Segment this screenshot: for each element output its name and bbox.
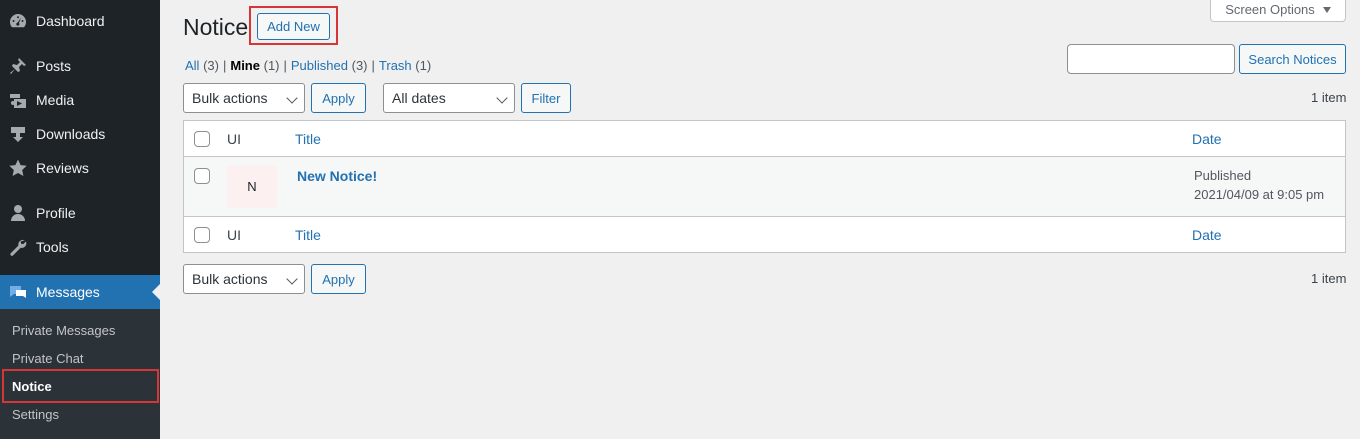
items-count-bottom: 1 item [1311,271,1347,286]
dates-select[interactable]: All dates [383,83,515,113]
admin-sidebar: Dashboard Posts Media Downloads Reviews … [0,0,160,439]
row-title-link[interactable]: New Notice! [297,168,377,184]
row-checkbox[interactable] [194,168,210,184]
menu-item-downloads[interactable]: Downloads [0,117,160,151]
add-new-button[interactable]: Add New [257,13,330,40]
menu-item-messages[interactable]: Messages [0,275,160,309]
user-icon [0,203,36,223]
submenu-item-private-chat[interactable]: Private Chat [0,344,160,372]
bulk-actions-value: Bulk actions [192,90,268,106]
pin-icon [0,56,36,76]
caret-down-icon [1322,6,1331,13]
menu-item-dashboard-label: Dashboard [36,13,105,29]
page-title: Notice [183,14,249,40]
menu-item-downloads-label: Downloads [36,126,106,142]
notice-highlight-box [2,369,159,403]
view-separator: | [222,58,227,73]
download-icon [0,124,36,144]
search-notices-button[interactable]: Search Notices [1239,44,1346,74]
dashboard-icon [0,11,36,31]
menu-item-reviews[interactable]: Reviews [0,151,160,185]
menu-item-messages-label: Messages [36,284,100,300]
table-row: N New Notice! Published 2021/04/09 at 9:… [184,157,1345,216]
menu-item-dashboard[interactable]: Dashboard [0,4,160,38]
bulk-actions-value: Bulk actions [192,271,268,287]
menu-item-profile[interactable]: Profile [0,196,160,230]
submenu-item-private-messages[interactable]: Private Messages [0,316,160,344]
dates-value: All dates [392,90,446,106]
screen-options-button[interactable]: Screen Options [1210,0,1346,22]
menu-item-tools-label: Tools [36,239,69,255]
view-trash[interactable]: Trash (1) [379,58,431,73]
menu-item-reviews-label: Reviews [36,160,89,176]
column-header-date[interactable]: Date [1192,131,1222,147]
column-footer-title[interactable]: Title [295,227,321,243]
table-header: UI Title Date [184,121,1345,157]
notice-avatar: N [227,165,277,208]
active-menu-arrow [152,284,160,300]
chevron-down-icon [496,92,508,104]
menu-item-media[interactable]: Media [0,83,160,117]
column-header-ui: UI [227,131,241,147]
column-header-title[interactable]: Title [295,131,321,147]
column-footer-date[interactable]: Date [1192,227,1222,243]
notices-table: UI Title Date N New Notice! Published 20… [183,120,1346,253]
column-footer-ui: UI [227,227,241,243]
search-input[interactable] [1067,44,1235,74]
bulk-actions-select-bottom[interactable]: Bulk actions [183,264,305,294]
bulk-actions-select-top[interactable]: Bulk actions [183,83,305,113]
view-separator: | [371,58,375,73]
apply-button-top[interactable]: Apply [311,83,366,113]
apply-button-bottom[interactable]: Apply [311,264,366,294]
items-count-top: 1 item [1311,90,1347,105]
menu-item-posts-label: Posts [36,58,72,74]
view-separator: | [283,58,287,73]
filter-button[interactable]: Filter [521,83,571,113]
media-icon [0,90,36,110]
view-published[interactable]: Published (3) [291,58,368,73]
menu-item-posts[interactable]: Posts [0,49,160,83]
view-all[interactable]: All (3) [185,58,219,73]
wrench-icon [0,237,36,257]
select-all-checkbox[interactable] [194,131,210,147]
view-filters: All (3) | Mine (1) | Published (3) | Tra… [185,58,431,73]
menu-item-media-label: Media [36,92,75,108]
select-all-checkbox-footer[interactable] [194,227,210,243]
star-icon [0,158,36,178]
table-footer: UI Title Date [184,216,1345,252]
view-mine[interactable]: Mine (1) [230,58,279,73]
row-date: 2021/04/09 at 9:05 pm [1194,187,1325,202]
chevron-down-icon [286,92,298,104]
menu-item-tools[interactable]: Tools [0,230,160,264]
submenu-item-settings[interactable]: Settings [0,400,160,428]
chat-bubbles-icon [0,282,36,302]
chevron-down-icon [286,273,298,285]
row-status: Published [1194,168,1252,183]
menu-item-profile-label: Profile [36,205,76,221]
screen-options-label: Screen Options [1225,2,1315,17]
